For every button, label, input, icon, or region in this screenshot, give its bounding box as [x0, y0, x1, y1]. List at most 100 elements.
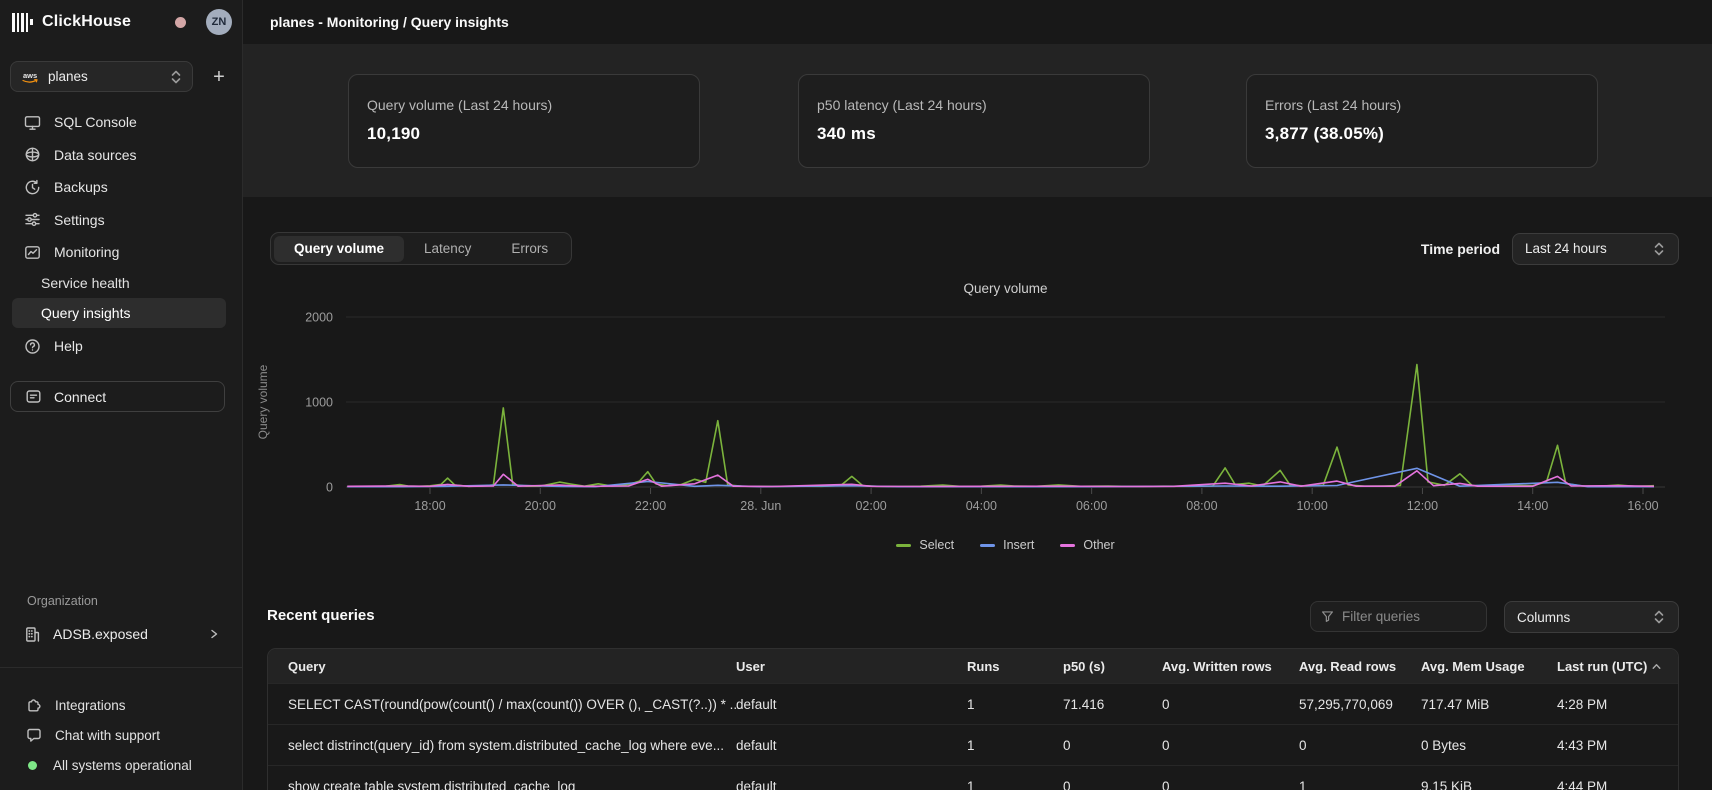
select-series-swatch [896, 544, 911, 547]
filter-queries-input[interactable] [1342, 609, 1476, 624]
table-header-row: Query User Runs p50 (s) Avg. Written row… [268, 649, 1678, 683]
svg-text:22:00: 22:00 [635, 499, 666, 513]
column-header-query[interactable]: Query [268, 659, 736, 674]
svg-text:Query volume: Query volume [256, 364, 270, 439]
column-header-avg-read[interactable]: Avg. Read rows [1299, 659, 1421, 674]
svg-text:04:00: 04:00 [966, 499, 997, 513]
chart-tabs: Query volume Latency Errors [270, 232, 572, 265]
stat-card-p50-latency: p50 latency (Last 24 hours) 340 ms [798, 74, 1150, 168]
svg-text:14:00: 14:00 [1517, 499, 1548, 513]
query-cell: SELECT CAST(round(pow(count() / max(coun… [268, 697, 736, 712]
stats-band: Query volume (Last 24 hours) 10,190 p50 … [243, 44, 1712, 197]
monitoring-subnav: Service health Query insights [12, 268, 226, 328]
query-volume-chart: 01000200018:0020:0022:0028. Jun02:0004:0… [243, 294, 1712, 526]
svg-text:10:00: 10:00 [1297, 499, 1328, 513]
sidebar-item-help[interactable]: Help [0, 330, 242, 363]
sidebar-item-sql-console[interactable]: SQL Console [0, 106, 242, 139]
query-cell: select distrinct(query_id) from system.d… [268, 738, 736, 753]
legend-item-other[interactable]: Other [1060, 538, 1114, 552]
service-selector-row: aws planes + [10, 61, 232, 92]
column-header-runs[interactable]: Runs [967, 659, 1063, 674]
chevron-right-icon [208, 628, 220, 640]
column-header-last-run[interactable]: Last run (UTC) [1557, 659, 1678, 674]
updown-chevron-icon [169, 69, 183, 85]
svg-text:1000: 1000 [305, 396, 333, 410]
sidebar-item-service-health[interactable]: Service health [12, 268, 226, 298]
recent-queries-header-row: Recent queries Columns [267, 601, 1679, 634]
legend-item-insert[interactable]: Insert [980, 538, 1034, 552]
table-row[interactable]: SELECT CAST(round(pow(count() / max(coun… [268, 683, 1678, 724]
stat-card-errors: Errors (Last 24 hours) 3,877 (38.05%) [1246, 74, 1598, 168]
column-header-user[interactable]: User [736, 659, 967, 674]
svg-text:12:00: 12:00 [1407, 499, 1438, 513]
organization-icon [24, 626, 41, 643]
sidebar-item-chat-support[interactable]: Chat with support [0, 720, 242, 750]
sidebar-item-data-sources[interactable]: Data sources [0, 139, 242, 172]
sidebar-item-backups[interactable]: Backups [0, 171, 242, 204]
backups-icon [24, 179, 41, 196]
filter-queries-box [1310, 601, 1487, 632]
table-row[interactable]: select distrinct(query_id) from system.d… [268, 724, 1678, 765]
stat-card-query-volume: Query volume (Last 24 hours) 10,190 [348, 74, 700, 168]
organization-name: ADSB.exposed [53, 626, 148, 642]
app-title: ClickHouse [42, 13, 131, 31]
updown-chevron-icon [1652, 609, 1666, 625]
logo-row: ClickHouse ZN [12, 9, 232, 35]
sidebar-item-query-insights[interactable]: Query insights [12, 298, 226, 328]
recent-queries-table: Query User Runs p50 (s) Avg. Written row… [267, 648, 1679, 790]
legend-item-select[interactable]: Select [896, 538, 954, 552]
svg-text:02:00: 02:00 [855, 499, 886, 513]
svg-text:aws: aws [23, 71, 37, 80]
aws-icon: aws [20, 70, 40, 84]
app-root: ClickHouse ZN aws planes + [0, 0, 1712, 790]
sidebar: ClickHouse ZN aws planes + [0, 0, 243, 790]
time-period-control: Time period Last 24 hours [1421, 232, 1679, 265]
column-header-p50[interactable]: p50 (s) [1063, 659, 1162, 674]
tab-query-volume[interactable]: Query volume [274, 236, 404, 262]
service-name: planes [48, 69, 88, 84]
column-header-avg-mem[interactable]: Avg. Mem Usage [1421, 659, 1557, 674]
recent-queries-title: Recent queries [267, 607, 375, 624]
help-section: Help [0, 330, 242, 363]
sidebar-item-integrations[interactable]: Integrations [0, 690, 242, 720]
settings-sliders-icon [24, 211, 41, 228]
connect-button[interactable]: Connect [10, 381, 225, 412]
monitoring-icon [24, 244, 41, 261]
query-cell: show create table system.distributed_cac… [268, 779, 736, 790]
svg-text:28. Jun: 28. Jun [740, 499, 781, 513]
page-header: planes - Monitoring / Query insights [243, 0, 1712, 44]
svg-text:2000: 2000 [305, 311, 333, 325]
svg-text:20:00: 20:00 [525, 499, 556, 513]
clickhouse-logo-icon [12, 12, 33, 32]
svg-text:0: 0 [326, 481, 333, 495]
organization-section-label: Organization [27, 594, 98, 608]
tab-errors[interactable]: Errors [491, 236, 568, 262]
chart-controls-row: Query volume Latency Errors Time period … [270, 232, 1679, 265]
data-sources-icon [24, 146, 41, 163]
console-icon [24, 114, 41, 131]
chart-legend: Select Insert Other [346, 536, 1665, 554]
breadcrumb: planes - Monitoring / Query insights [270, 14, 509, 30]
status-ok-icon [28, 761, 37, 770]
funnel-icon [1321, 609, 1334, 624]
column-header-avg-written[interactable]: Avg. Written rows [1162, 659, 1299, 674]
svg-text:06:00: 06:00 [1076, 499, 1107, 513]
time-period-select[interactable]: Last 24 hours [1512, 233, 1679, 265]
add-service-button[interactable]: + [206, 64, 232, 90]
help-icon [24, 338, 41, 355]
sidebar-item-monitoring[interactable]: Monitoring [0, 236, 242, 269]
puzzle-icon [26, 697, 42, 713]
organization-switcher[interactable]: ADSB.exposed [10, 619, 232, 649]
sidebar-item-settings[interactable]: Settings [0, 204, 242, 237]
avatar[interactable]: ZN [206, 9, 232, 35]
insert-series-swatch [980, 544, 995, 547]
sidebar-nav: SQL Console Data sources Backups Setting… [0, 106, 242, 269]
notification-dot-icon [175, 17, 186, 28]
service-selector[interactable]: aws planes [10, 61, 193, 92]
system-status[interactable]: All systems operational [0, 750, 242, 780]
svg-text:16:00: 16:00 [1627, 499, 1658, 513]
columns-select[interactable]: Columns [1504, 601, 1679, 633]
tab-latency[interactable]: Latency [404, 236, 491, 262]
table-row[interactable]: show create table system.distributed_cac… [268, 765, 1678, 790]
svg-text:08:00: 08:00 [1186, 499, 1217, 513]
